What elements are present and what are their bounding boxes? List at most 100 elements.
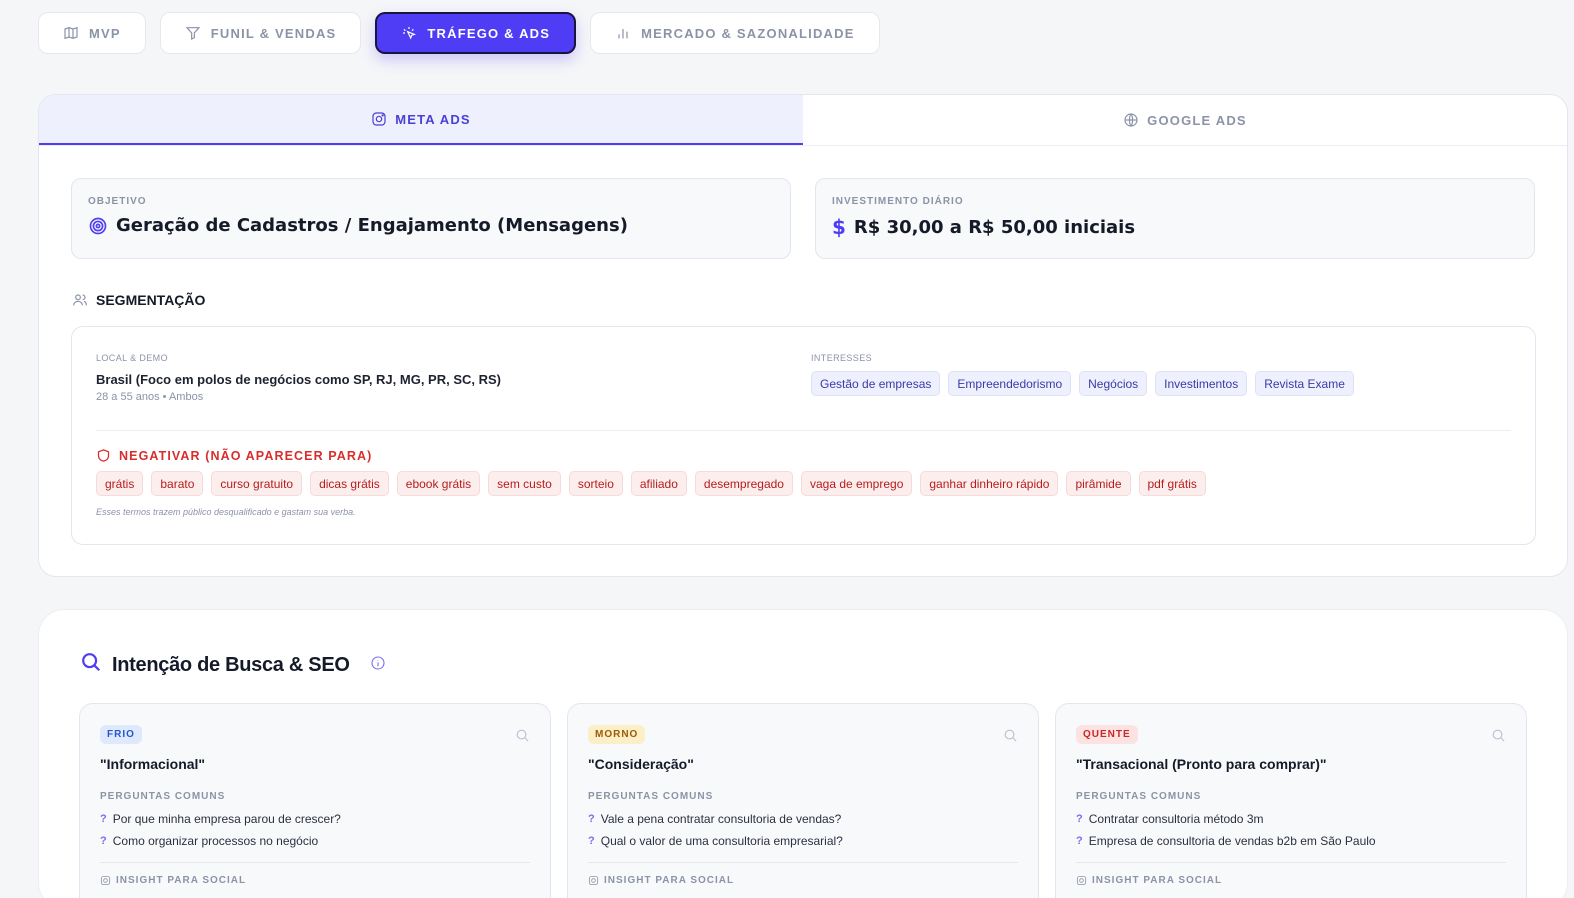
instagram-icon	[100, 875, 111, 886]
tab-label: GOOGLE ADS	[1147, 112, 1247, 128]
negative-chip: vaga de emprego	[800, 471, 913, 496]
question-item: ? Vale a pena contratar consultoria de ve…	[588, 812, 842, 826]
sparkle-cursor-icon	[403, 27, 417, 40]
question-item: ? Empresa de consultoria de vendas b2b em…	[1076, 834, 1376, 848]
divider	[588, 862, 1018, 863]
question-icon: ?	[588, 835, 595, 847]
divider	[1076, 862, 1506, 863]
divider	[100, 862, 530, 863]
seo-heading: Intenção de Busca & SEO	[80, 651, 386, 679]
users-icon	[73, 294, 87, 306]
question-icon: ?	[588, 813, 595, 825]
tab-mercado-sazonalidade[interactable]: MERCADO & SAZONALIDADE	[590, 12, 880, 54]
seo-panel: Intenção de Busca & SEO FRIO "Informacio…	[38, 609, 1568, 898]
negative-chip: afiliado	[630, 471, 687, 496]
tab-label: FUNIL & VENDAS	[210, 25, 337, 41]
tab-label: MERCADO & SAZONALIDADE	[641, 25, 855, 41]
interest-chip: Gestão de empresas	[811, 371, 941, 396]
investment-box: INVESTIMENTO DIÁRIO $ R$ 30,00 a R$ 50,0…	[815, 178, 1535, 259]
question-icon: ?	[100, 835, 107, 847]
ads-tabs: META ADS GOOGLE ADS	[39, 95, 1567, 146]
section-nav: MVP FUNIL & VENDAS TRÁFEGO & ADS MERCADO…	[38, 12, 880, 54]
tab-meta-ads[interactable]: META ADS	[39, 95, 803, 145]
local-value: Brasil (Foco em polos de negócios como S…	[96, 372, 502, 387]
questions-label: PERGUNTAS COMUNS	[1076, 791, 1202, 802]
questions-label: PERGUNTAS COMUNS	[100, 791, 226, 802]
globe-icon	[1124, 113, 1138, 127]
search-icon	[1492, 729, 1505, 742]
negative-chip: sem custo	[488, 471, 561, 496]
negative-chip: ebook grátis	[396, 471, 481, 496]
instagram-icon	[1076, 875, 1087, 886]
questions-label: PERGUNTAS COMUNS	[588, 791, 714, 802]
insight-label: INSIGHT PARA SOCIAL	[100, 875, 530, 886]
segmentation-title: SEGMENTAÇÃO	[96, 292, 206, 308]
negative-chip: sorteio	[568, 471, 623, 496]
ads-panel: META ADS GOOGLE ADS OBJETIVO Geração de …	[38, 94, 1568, 577]
tab-funil-vendas[interactable]: FUNIL & VENDAS	[159, 12, 362, 54]
shield-icon	[97, 449, 110, 462]
interest-chip: Investimentos	[1155, 371, 1248, 396]
question-icon: ?	[1076, 813, 1083, 825]
objective-box: OBJETIVO Geração de Cadastros / Engajame…	[71, 178, 791, 259]
tab-google-ads[interactable]: GOOGLE ADS	[803, 95, 1567, 145]
question-icon: ?	[100, 813, 107, 825]
question-icon: ?	[1076, 835, 1083, 847]
tab-trafego-ads[interactable]: TRÁFEGO & ADS	[375, 12, 577, 54]
negative-chip: ganhar dinheiro rápido	[920, 471, 1059, 496]
search-icon	[1004, 729, 1017, 742]
intent-badge: QUENTE	[1076, 725, 1138, 744]
search-icon	[82, 653, 101, 672]
search-icon	[516, 729, 529, 742]
negative-chip: barato	[151, 471, 204, 496]
objective-label: OBJETIVO	[88, 196, 147, 207]
map-icon	[64, 26, 78, 40]
segmentation-box: LOCAL & DEMO Brasil (Foco em polos de ne…	[71, 326, 1536, 545]
intent-badge: MORNO	[588, 725, 646, 744]
interest-chip: Negócios	[1079, 371, 1148, 396]
negative-chip: desempregado	[694, 471, 793, 496]
question-item: ? Como organizar processos no negócio	[100, 834, 319, 848]
intent-card-quente: QUENTE "Transacional (Pronto para compra…	[1055, 703, 1527, 898]
instagram-icon	[372, 112, 386, 126]
negative-chip: dicas grátis	[310, 471, 389, 496]
insight-label: INSIGHT PARA SOCIAL	[588, 875, 1018, 886]
intent-title: "Transacional (Pronto para comprar)"	[1076, 756, 1327, 772]
negative-title: NEGATIVAR (NÃO APARECER PARA)	[119, 448, 373, 463]
interest-chip: Empreendedorismo	[948, 371, 1072, 396]
investment-label: INVESTIMENTO DIÁRIO	[832, 196, 964, 207]
instagram-icon	[588, 875, 599, 886]
divider	[96, 430, 1511, 431]
negative-note: Esses termos trazem público desqualifica…	[96, 507, 356, 517]
bar-chart-icon	[618, 29, 628, 39]
target-icon	[89, 217, 107, 234]
negative-heading: NEGATIVAR (NÃO APARECER PARA)	[96, 448, 372, 463]
intent-card-frio: FRIO "Informacional" PERGUNTAS COMUNS ? P…	[79, 703, 551, 898]
local-label: LOCAL & DEMO	[96, 353, 168, 363]
segmentation-heading: SEGMENTAÇÃO	[72, 292, 205, 308]
question-item: ? Qual o valor de uma consultoria empresa…	[588, 834, 843, 848]
negative-chip: curso gratuito	[211, 471, 303, 496]
intent-badge: FRIO	[100, 725, 142, 744]
investment-value: R$ 30,00 a R$ 50,00 iniciais	[853, 216, 1136, 238]
negative-chip: pdf grátis	[1138, 471, 1206, 496]
question-item: ? Por que minha empresa parou de crescer?	[100, 812, 341, 826]
interests: INTERESSES Gestão de empresas Empreended…	[811, 353, 1354, 396]
intent-card-morno: MORNO "Consideração" PERGUNTAS COMUNS ? V…	[567, 703, 1039, 898]
dollar-icon: $	[832, 215, 846, 239]
page: MVP FUNIL & VENDAS TRÁFEGO & ADS MERCADO…	[0, 0, 1574, 898]
tab-label: META ADS	[395, 111, 471, 127]
question-item: ? Contratar consultoria método 3m	[1076, 812, 1264, 826]
tab-mvp[interactable]: MVP	[38, 12, 146, 54]
negative-chips: grátis barato curso gratuito dicas gráti…	[96, 471, 1206, 496]
negative-chip: pirâmide	[1066, 471, 1131, 496]
filter-icon	[185, 27, 201, 40]
tab-label: MVP	[89, 25, 121, 41]
local-sub: 28 a 55 anos • Ambos	[96, 391, 204, 403]
info-icon[interactable]	[370, 655, 386, 671]
tab-label: TRÁFEGO & ADS	[427, 25, 551, 41]
local-demo: LOCAL & DEMO Brasil (Foco em polos de ne…	[96, 353, 501, 403]
interests-label: INTERESSES	[811, 353, 873, 363]
seo-title: Intenção de Busca & SEO	[112, 653, 350, 676]
intent-title: "Consideração"	[588, 756, 694, 772]
